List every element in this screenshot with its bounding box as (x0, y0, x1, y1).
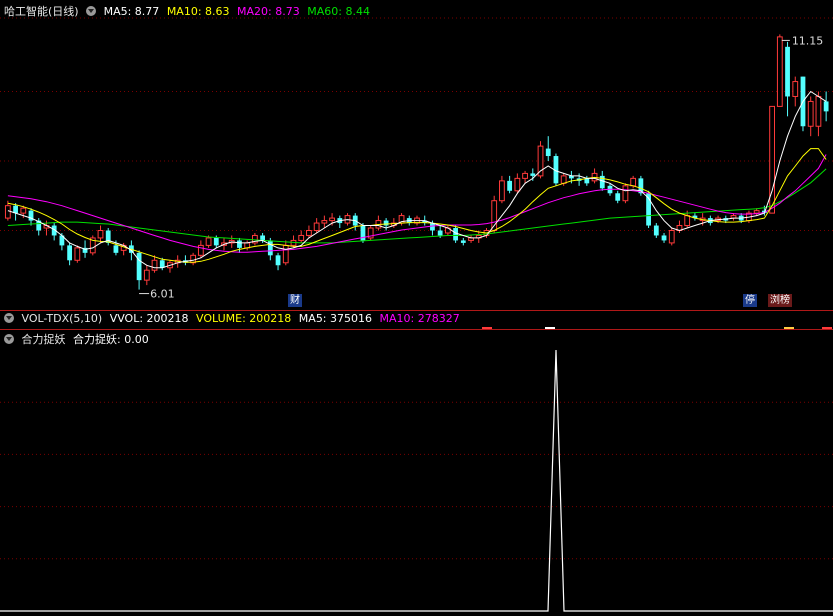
candle-body (321, 220, 328, 224)
ma10-line (7, 148, 827, 263)
candle-body (298, 234, 305, 241)
candle-body (430, 223, 435, 231)
candle-body (143, 269, 150, 281)
candle-body (20, 207, 27, 214)
candle-body (823, 101, 829, 112)
candle-body (267, 240, 273, 256)
candle-body (668, 230, 675, 244)
candle-body (205, 237, 212, 246)
candle-body (661, 235, 667, 241)
candle-body (514, 177, 521, 192)
candle-body (151, 259, 158, 271)
candle-body (684, 215, 691, 227)
candle-body (197, 244, 204, 256)
candle-body (383, 220, 389, 226)
candle-body (653, 225, 659, 236)
indicator-chart (0, 349, 833, 612)
candle-body (437, 230, 443, 236)
candle-body (545, 148, 551, 157)
candle-body (67, 245, 73, 261)
financial-report-badge[interactable]: 财 (288, 294, 302, 307)
candle-body (329, 217, 335, 222)
candle-body (4, 205, 11, 219)
candle-body (113, 245, 119, 253)
indicator-panel: 合力捉妖 合力捉妖: 0.00 (0, 330, 833, 616)
volume-panel: VOL-TDX(5,10) VVOL: 200218 VOLUME: 20021… (0, 311, 833, 329)
candle-body (282, 244, 289, 264)
candle-body (260, 235, 266, 241)
candle-body (13, 205, 18, 214)
candle-body (815, 95, 822, 127)
candle-body (159, 260, 165, 268)
candle-body (136, 252, 142, 281)
candle-body (74, 247, 81, 261)
candle-body (97, 230, 104, 239)
candle-body (313, 222, 320, 232)
price-panel: 哈工智能(日线) MA5: 8.77 MA10: 8.63 MA20: 8.73… (0, 0, 833, 310)
volume-strip (482, 327, 832, 329)
candle-body (776, 36, 783, 107)
candle-body (306, 230, 312, 236)
high-price-label: 11.15 (792, 34, 824, 47)
indicator-line (0, 349, 833, 612)
candle-body (453, 228, 458, 241)
candle-body (275, 255, 281, 266)
candle-body (792, 81, 799, 97)
candle-body (237, 240, 242, 248)
candle-body (785, 46, 790, 97)
ranking-badge[interactable]: 浏榜 (768, 294, 792, 307)
candle-body (213, 237, 219, 246)
low-price-label: 6.01 (150, 288, 175, 301)
candle-body (622, 185, 629, 202)
ma60-line (7, 168, 827, 244)
candle-body (807, 100, 814, 127)
candle-body (507, 180, 513, 191)
candle-body (530, 173, 536, 176)
candlestick-chart[interactable]: 11.15 6.01 (0, 0, 833, 310)
candle-body (522, 172, 528, 179)
suspension-badge[interactable]: 停 (743, 294, 757, 307)
candle-body (560, 175, 567, 184)
candle-body (615, 193, 621, 201)
candle-body (460, 240, 466, 243)
candle-body (630, 177, 637, 187)
candle-body (753, 210, 760, 214)
ma5-line (7, 90, 827, 269)
candle-body (499, 180, 505, 202)
